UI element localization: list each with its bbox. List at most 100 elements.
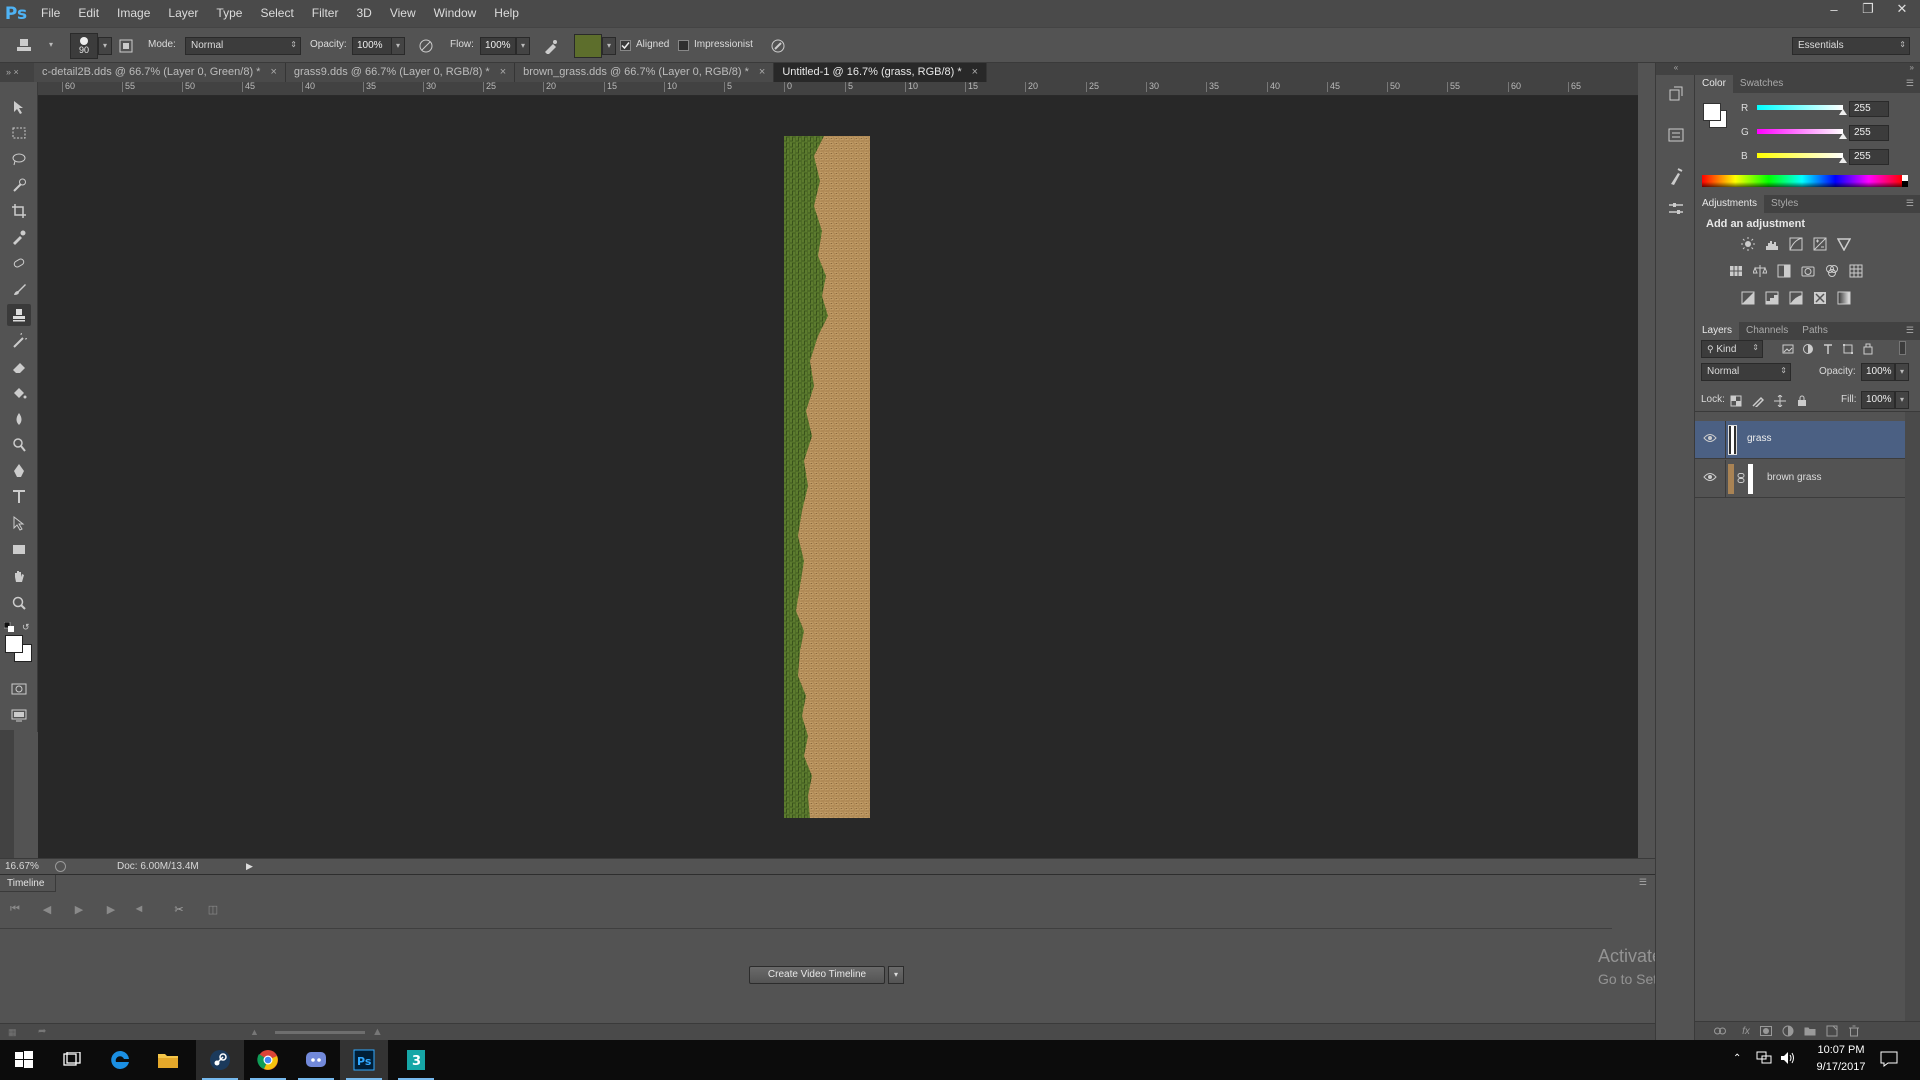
tab-grass9[interactable]: grass9.dds @ 66.7% (Layer 0, RGB/8) * × <box>285 63 516 82</box>
properties-panel-icon[interactable] <box>1666 125 1686 145</box>
blue-slider-thumb[interactable] <box>1839 157 1847 163</box>
tab-styles[interactable]: Styles <box>1764 195 1805 213</box>
photoshop-taskbar-icon[interactable]: Ps <box>340 1040 388 1080</box>
zoom-out-mountain-icon[interactable]: ▲ <box>250 1027 259 1037</box>
zoom-in-mountain-icon[interactable]: ▲ <box>372 1026 383 1038</box>
brush-panel-icon[interactable] <box>116 36 136 56</box>
layer-name[interactable]: grass <box>1747 433 1771 444</box>
clock-date[interactable]: 9/17/2017 <box>1808 1061 1874 1073</box>
dodge-tool-icon[interactable] <box>7 434 31 456</box>
menu-layer[interactable]: Layer <box>159 0 207 27</box>
exposure-icon[interactable] <box>1811 236 1829 252</box>
minimize-icon[interactable]: – <box>1822 0 1846 18</box>
marquee-tool-icon[interactable] <box>7 122 31 144</box>
photo-filter-icon[interactable] <box>1799 263 1817 279</box>
close-icon[interactable]: ✕ <box>1890 0 1914 18</box>
pressure-size-icon[interactable] <box>768 36 788 56</box>
transition-icon[interactable]: ◫ <box>204 903 222 919</box>
screen-mode-icon[interactable] <box>7 704 31 726</box>
clone-source-dropdown[interactable]: ▾ <box>602 37 616 55</box>
blue-slider[interactable] <box>1757 153 1843 158</box>
lock-all-icon[interactable] <box>1793 393 1811 409</box>
audio-icon[interactable]: ◄ <box>130 903 148 919</box>
tab-swatches[interactable]: Swatches <box>1733 75 1790 93</box>
filter-type-icon[interactable] <box>1819 341 1837 357</box>
close-icon[interactable]: × <box>500 63 506 82</box>
opacity-dropdown[interactable]: ▾ <box>391 37 405 55</box>
selective-color-icon[interactable] <box>1811 290 1829 306</box>
tab-c-detail2b[interactable]: c-detail2B.dds @ 66.7% (Layer 0, Green/8… <box>34 63 286 82</box>
file-explorer-icon[interactable] <box>144 1040 192 1080</box>
panel-menu-icon[interactable]: ☰ <box>1906 198 1914 209</box>
brush-tool-icon[interactable] <box>7 278 31 300</box>
paint-bucket-tool-icon[interactable] <box>7 382 31 404</box>
zoom-level[interactable]: 16.67% <box>5 861 39 872</box>
filter-pixel-icon[interactable] <box>1779 341 1797 357</box>
history-panel-icon[interactable] <box>1666 85 1686 105</box>
show-hidden-icons-icon[interactable]: ⌃ <box>1733 1053 1741 1064</box>
document-canvas[interactable] <box>784 136 870 818</box>
mode-select[interactable]: Normal ⇕ <box>185 37 301 55</box>
lock-transparent-icon[interactable] <box>1727 393 1745 409</box>
channel-mixer-icon[interactable] <box>1823 263 1841 279</box>
red-value[interactable]: 255 <box>1849 101 1889 117</box>
brush-preset-picker[interactable]: 90 <box>70 33 98 59</box>
color-balance-icon[interactable] <box>1751 263 1769 279</box>
lock-pixels-icon[interactable] <box>1749 393 1767 409</box>
tab-adjustments[interactable]: Adjustments <box>1695 195 1765 213</box>
red-slider-thumb[interactable] <box>1839 109 1847 115</box>
first-frame-icon[interactable]: ⏮ <box>6 903 24 919</box>
color-spectrum-bar[interactable] <box>1702 175 1902 187</box>
tab-channels[interactable]: Channels <box>1739 322 1795 340</box>
split-scissors-icon[interactable]: ✂ <box>170 903 188 919</box>
filter-smart-object-icon[interactable] <box>1859 341 1877 357</box>
close-icon[interactable]: × <box>270 63 276 82</box>
visibility-eye-icon[interactable] <box>1703 433 1719 447</box>
opacity-input[interactable]: 100% <box>352 37 392 55</box>
clone-source-swatch[interactable] <box>574 34 602 58</box>
steam-icon[interactable] <box>196 1040 244 1080</box>
add-mask-icon[interactable] <box>1757 1023 1775 1039</box>
black-white-icon[interactable] <box>1775 263 1793 279</box>
previous-frame-icon[interactable]: ◀ <box>38 903 56 919</box>
airbrush-icon[interactable] <box>541 36 561 56</box>
link-layers-icon[interactable] <box>1711 1023 1729 1039</box>
menu-file[interactable]: File <box>32 0 69 27</box>
filter-adjustment-icon[interactable] <box>1799 341 1817 357</box>
layer-name[interactable]: brown grass <box>1767 472 1821 483</box>
menu-type[interactable]: Type <box>207 0 251 27</box>
delete-layer-icon[interactable] <box>1845 1023 1863 1039</box>
tab-layers[interactable]: Layers <box>1695 322 1740 340</box>
foreground-color-swatch[interactable] <box>5 635 23 653</box>
volume-icon[interactable] <box>1780 1051 1796 1065</box>
panel-menu-icon[interactable]: ☰ <box>1906 78 1914 89</box>
menu-help[interactable]: Help <box>485 0 528 27</box>
canvas-area[interactable] <box>38 96 1638 858</box>
chain-link-icon[interactable] <box>1737 473 1745 483</box>
layer-opacity-dropdown[interactable]: ▾ <box>1895 363 1909 381</box>
eyedropper-tool-icon[interactable] <box>7 226 31 248</box>
visibility-eye-icon[interactable] <box>1703 472 1719 486</box>
red-slider[interactable] <box>1757 105 1843 110</box>
layer-row-grass[interactable]: grass <box>1695 421 1905 459</box>
render-icon[interactable]: ➦ <box>38 1026 46 1037</box>
tab-paths[interactable]: Paths <box>1795 322 1835 340</box>
convert-frame-icon[interactable]: ▦ <box>8 1027 17 1038</box>
brush-presets-panel-icon[interactable] <box>1666 167 1686 187</box>
clone-source-panel-icon[interactable] <box>1666 199 1686 219</box>
green-slider-thumb[interactable] <box>1839 133 1847 139</box>
menu-filter[interactable]: Filter <box>303 0 348 27</box>
flow-input[interactable]: 100% <box>480 37 516 55</box>
lasso-tool-icon[interactable] <box>7 148 31 170</box>
edge-browser-icon[interactable] <box>96 1040 144 1080</box>
tool-preset-dropdown[interactable]: ▾ <box>44 37 58 55</box>
layer-mask-thumbnail[interactable] <box>1748 464 1753 494</box>
zoom-tool-icon[interactable] <box>7 592 31 614</box>
status-menu-arrow-icon[interactable]: ▶ <box>246 861 253 872</box>
menu-edit[interactable]: Edit <box>69 0 108 27</box>
blue-value[interactable]: 255 <box>1849 149 1889 165</box>
posterize-icon[interactable] <box>1763 290 1781 306</box>
restore-icon[interactable]: ❐ <box>1856 0 1880 18</box>
path-selection-tool-icon[interactable] <box>7 512 31 534</box>
clone-stamp-tool-icon[interactable] <box>7 304 31 326</box>
